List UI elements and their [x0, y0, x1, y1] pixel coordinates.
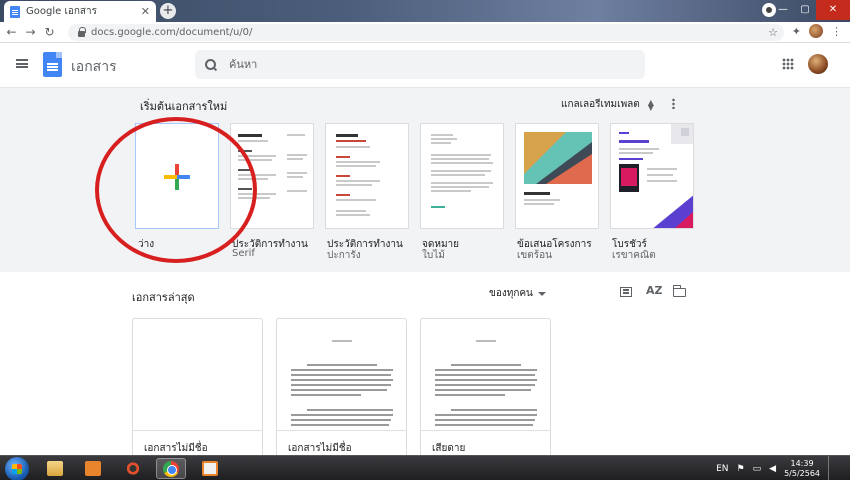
- folder-icon: [47, 461, 63, 476]
- docs-header: เอกสาร: [0, 43, 850, 88]
- document-name[interactable]: เสียดาย: [432, 441, 465, 456]
- close-window-button[interactable]: ✕: [816, 0, 850, 20]
- template-gallery-button[interactable]: แกลเลอรีเทมเพลต ▲ ▼: [561, 97, 654, 112]
- chrome-icon: [163, 460, 179, 477]
- language-indicator[interactable]: EN: [716, 464, 728, 474]
- template-section: เริ่มต้นเอกสารใหม่ แกลเลอรีเทมเพลต ▲ ▼ ว่…: [0, 88, 850, 272]
- browser-tab-strip: Google เอกสาร ✕ + — ▢ ✕: [0, 0, 850, 22]
- plus-icon: [164, 164, 190, 190]
- template-heading: เริ่มต้นเอกสารใหม่: [140, 100, 228, 113]
- document-thumbnail[interactable]: [421, 319, 550, 431]
- docs-favicon-icon: [10, 5, 20, 18]
- presentation-icon: [202, 461, 218, 476]
- owner-filter-label[interactable]: ของทุกคน: [489, 286, 533, 301]
- expand-collapse-icon[interactable]: ▲ ▼: [648, 98, 654, 111]
- profile-avatar-icon[interactable]: [809, 24, 823, 38]
- document-card[interactable]: เสียดาย: [420, 318, 551, 458]
- template-name[interactable]: ว่าง: [138, 237, 154, 252]
- forward-arrow-icon[interactable]: →: [23, 25, 38, 39]
- lock-icon[interactable]: [78, 27, 86, 37]
- main-menu-icon[interactable]: [16, 59, 28, 68]
- document-card[interactable]: เอกสารไม่มีชื่อ: [132, 318, 263, 458]
- url-text[interactable]: docs.google.com/document/u/0/: [91, 27, 252, 38]
- template-resume-coral-card[interactable]: [325, 123, 409, 229]
- file-explorer-taskbar-button[interactable]: [40, 458, 70, 479]
- reload-icon[interactable]: ↻: [42, 25, 57, 39]
- minimize-button[interactable]: —: [772, 0, 794, 20]
- toolbar-actions: ✦ ⋮: [792, 24, 842, 38]
- template-resume-serif-card[interactable]: [230, 123, 314, 229]
- maximize-button[interactable]: ▢: [794, 0, 816, 20]
- search-input[interactable]: [229, 58, 609, 71]
- system-tray: EN ⚑ ▭ ◀ 14:39 5/5/2564: [716, 456, 850, 480]
- window-controls: — ▢ ✕: [772, 0, 850, 20]
- new-tab-button[interactable]: +: [160, 3, 176, 19]
- template-subname: ปะการัง: [327, 250, 361, 261]
- search-box[interactable]: [195, 50, 645, 79]
- presentation-taskbar-button[interactable]: [195, 458, 225, 479]
- app-name[interactable]: เอกสาร: [71, 56, 117, 78]
- network-icon[interactable]: ▭: [753, 464, 762, 474]
- document-thumbnail[interactable]: [133, 319, 262, 431]
- recent-documents-heading: เอกสารล่าสุด: [132, 291, 195, 304]
- template-subname: เรขาคณิต: [612, 250, 656, 261]
- chrome-taskbar-button[interactable]: [156, 458, 186, 479]
- document-card[interactable]: เอกสารไม่มีชื่อ: [276, 318, 407, 458]
- template-letter-card[interactable]: [420, 123, 504, 229]
- clock-date: 5/5/2564: [784, 468, 820, 478]
- folder-picker-icon[interactable]: [672, 285, 686, 297]
- extensions-puzzle-icon[interactable]: ✦: [792, 25, 801, 38]
- app-icon: [125, 461, 141, 476]
- template-blank-card[interactable]: [135, 123, 219, 229]
- browser-menu-icon[interactable]: ⋮: [831, 25, 842, 38]
- template-subname: ใบไม้: [422, 250, 445, 261]
- start-button-icon[interactable]: [5, 457, 29, 480]
- volume-icon[interactable]: ◀: [769, 464, 776, 474]
- template-gallery-label[interactable]: แกลเลอรีเทมเพลต: [561, 97, 640, 112]
- docs-logo-icon[interactable]: [43, 52, 62, 77]
- template-brochure-card[interactable]: [610, 123, 694, 229]
- tab-close-icon[interactable]: ✕: [141, 5, 150, 18]
- google-apps-grid-icon[interactable]: [782, 58, 794, 70]
- flag-icon[interactable]: ⚑: [737, 464, 745, 474]
- dropdown-caret-icon[interactable]: [537, 291, 546, 296]
- tab-title: Google เอกสาร: [26, 6, 98, 17]
- list-view-icon[interactable]: [620, 287, 632, 297]
- address-bar[interactable]: docs.google.com/document/u/0/ ☆: [68, 24, 784, 41]
- document-thumbnail[interactable]: [277, 319, 406, 431]
- template-proposal-card[interactable]: [515, 123, 599, 229]
- account-avatar[interactable]: [808, 54, 828, 74]
- windows-taskbar: EN ⚑ ▭ ◀ 14:39 5/5/2564: [0, 455, 850, 480]
- browser-tab[interactable]: Google เอกสาร ✕: [4, 1, 156, 22]
- brochure-cover-art: [619, 124, 693, 228]
- clock-time: 14:39: [790, 458, 814, 468]
- show-desktop-button[interactable]: [828, 456, 836, 480]
- sort-az-icon[interactable]: AZ: [646, 284, 663, 297]
- document-name[interactable]: เอกสารไม่มีชื่อ: [288, 441, 352, 456]
- clock[interactable]: 14:39 5/5/2564: [784, 459, 820, 479]
- browser-toolbar: ← → ↻ docs.google.com/document/u/0/ ☆ ✦ …: [0, 22, 850, 43]
- template-subname: เขตร้อน: [517, 250, 552, 261]
- search-icon[interactable]: [205, 58, 217, 71]
- back-arrow-icon[interactable]: ←: [4, 25, 19, 39]
- document-name[interactable]: เอกสารไม่มีชื่อ: [144, 441, 208, 456]
- bookmark-star-icon[interactable]: ☆: [768, 24, 778, 41]
- template-subname: Serif: [232, 248, 255, 259]
- app-taskbar-button[interactable]: [118, 458, 148, 479]
- owner-filter-dropdown[interactable]: ของทุกคน: [489, 286, 546, 301]
- proposal-cover-art: [524, 132, 592, 205]
- media-player-taskbar-button[interactable]: [78, 458, 108, 479]
- template-more-options-icon[interactable]: [672, 98, 675, 109]
- media-player-icon: [85, 461, 101, 476]
